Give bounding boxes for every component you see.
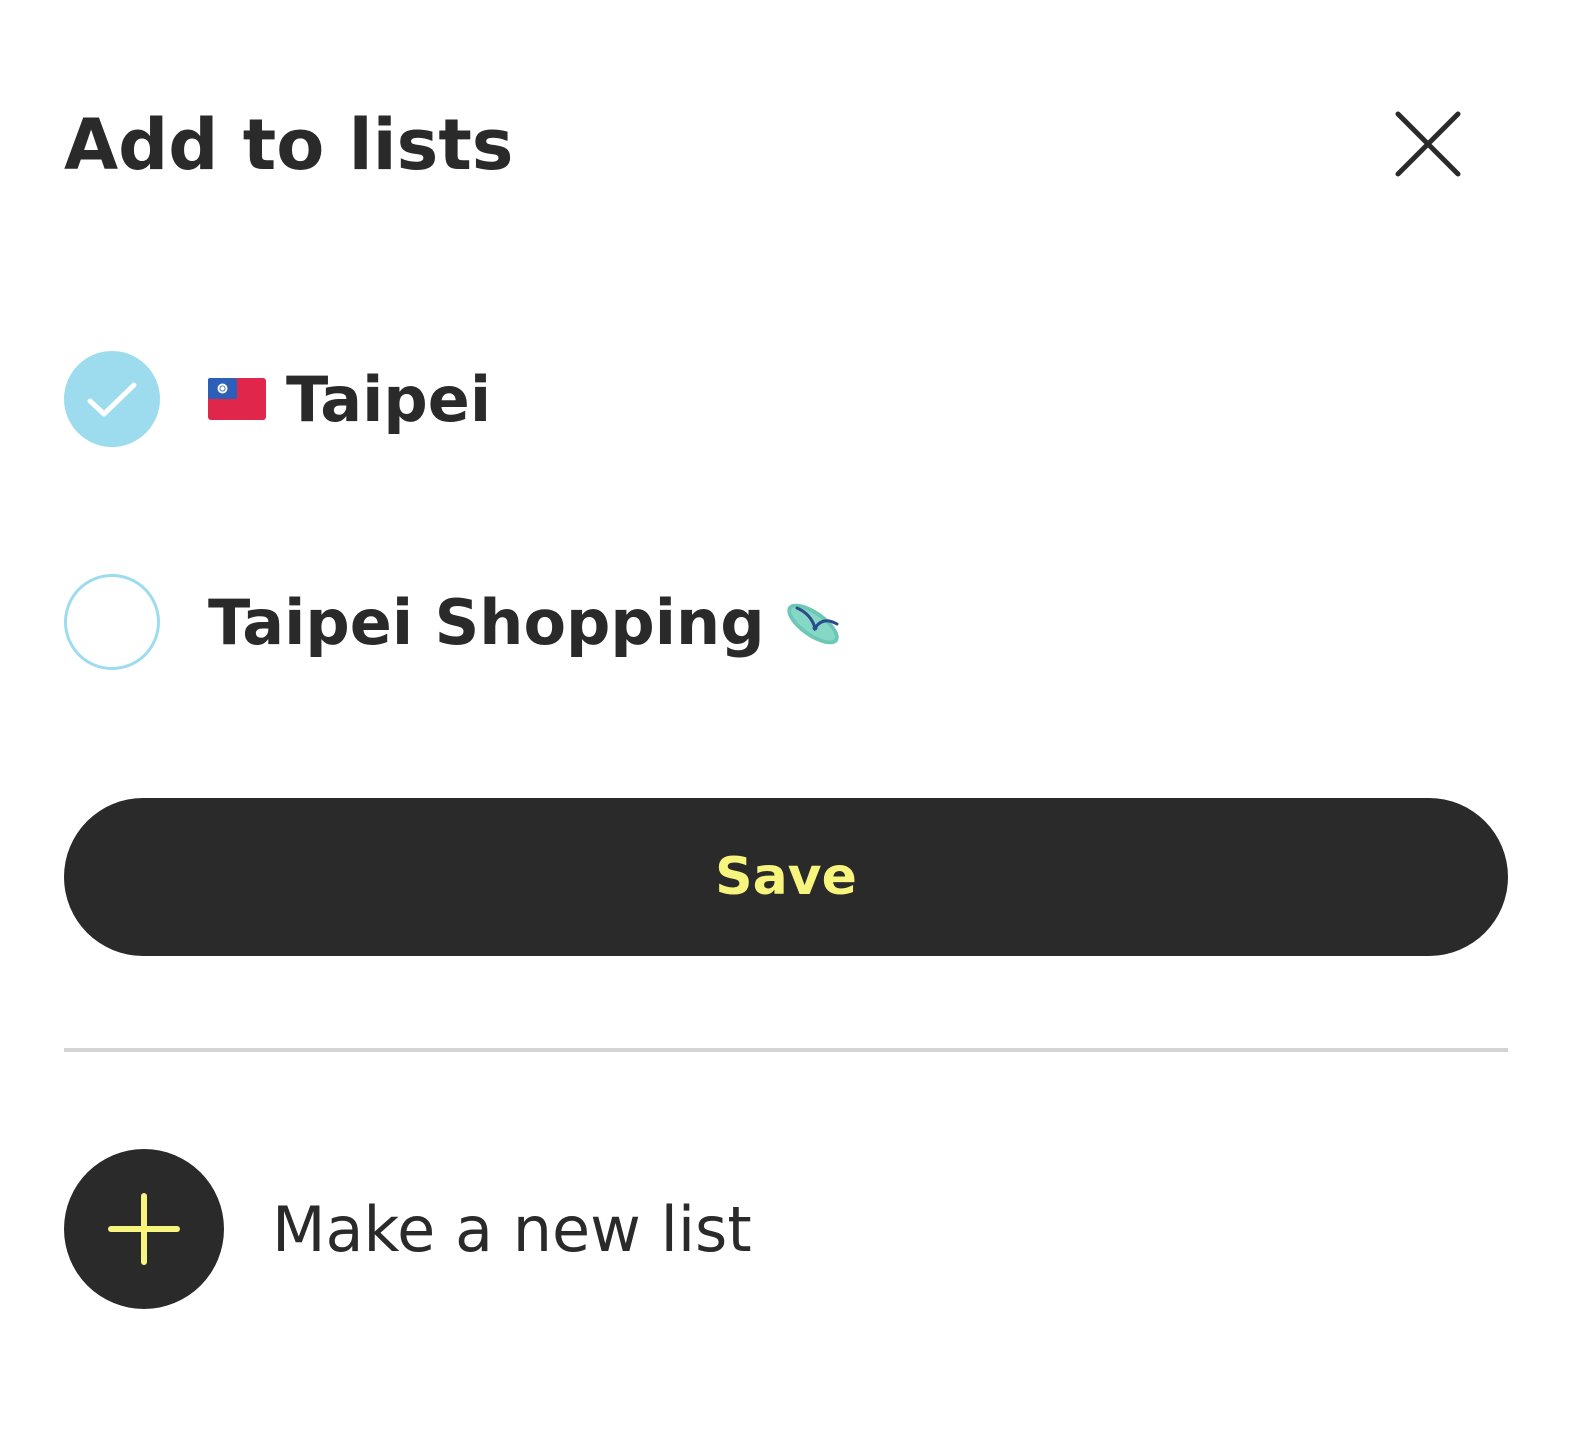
list-checkbox-unchecked[interactable]	[64, 574, 160, 670]
list-checkbox-checked[interactable]	[64, 351, 160, 447]
list-option-taipei-shopping[interactable]: Taipei Shopping	[64, 574, 845, 670]
divider	[64, 1048, 1508, 1052]
dialog-title: Add to lists	[64, 104, 514, 186]
close-icon	[1395, 111, 1461, 177]
taiwan-flag-icon	[208, 378, 266, 420]
add-list-button[interactable]	[64, 1149, 224, 1309]
plus-icon	[108, 1193, 180, 1265]
make-new-list-button[interactable]: Make a new list	[64, 1149, 752, 1309]
flip-flop-icon	[786, 603, 839, 645]
save-button[interactable]: Save	[64, 798, 1508, 956]
checkmark-icon	[87, 382, 137, 417]
list-label: Taipei	[286, 362, 492, 436]
new-list-label: Make a new list	[272, 1192, 752, 1266]
close-button[interactable]	[1388, 104, 1468, 184]
list-label: Taipei Shopping	[208, 585, 765, 659]
list-option-taipei[interactable]: Taipei	[64, 351, 491, 447]
